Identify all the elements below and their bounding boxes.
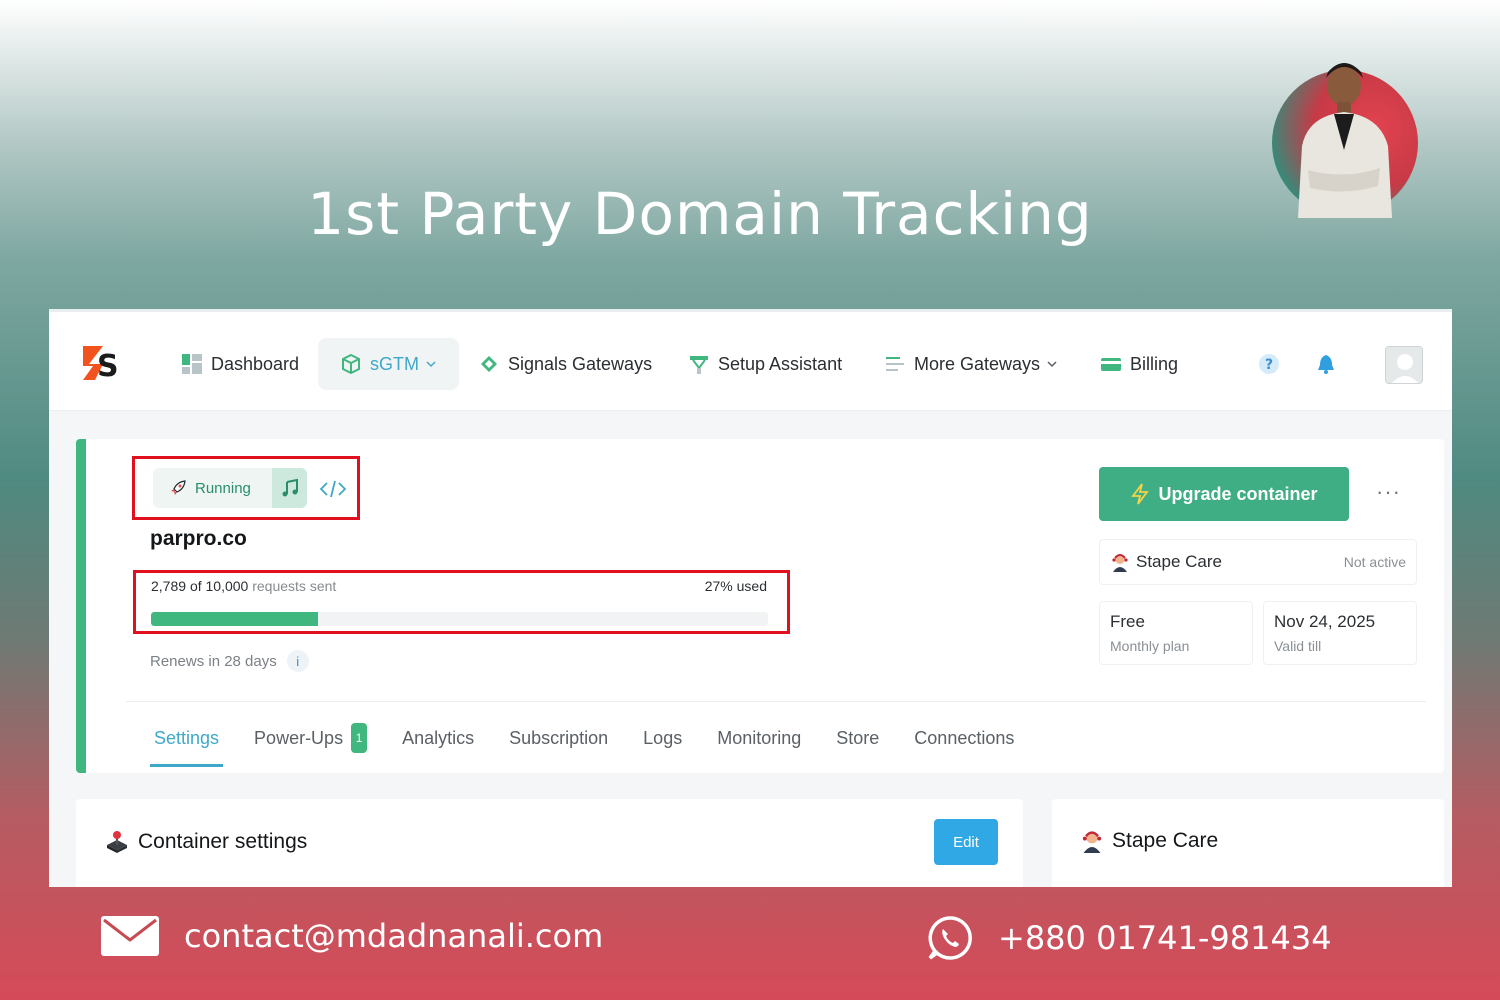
stape-care-label: Stape Care xyxy=(1136,552,1222,571)
envelope-icon xyxy=(101,916,159,956)
nav-billing[interactable]: Billing xyxy=(1100,338,1178,390)
edit-button[interactable]: Edit xyxy=(934,819,998,865)
assistant-icon xyxy=(690,356,708,374)
nav-setup-assistant-label: Setup Assistant xyxy=(718,353,843,374)
nav-more-gateways[interactable]: More Gateways xyxy=(884,338,1058,390)
upgrade-container-button[interactable]: Upgrade container xyxy=(1099,467,1349,521)
nav-sgtm-label: sGTM xyxy=(370,353,419,374)
valid-till-box: Nov 24, 2025 Valid till xyxy=(1263,601,1417,665)
requests-suffix: requests sent xyxy=(252,578,337,594)
nav-signals-gateways[interactable]: Signals Gateways xyxy=(478,338,652,390)
stape-care-status: Not active xyxy=(1343,554,1406,570)
card-divider xyxy=(126,701,1426,702)
nav-signals-gateways-label: Signals Gateways xyxy=(508,353,653,374)
music-note-icon xyxy=(282,478,298,497)
support-agent-icon xyxy=(1112,554,1128,572)
presenter-avatar xyxy=(1268,50,1418,218)
valid-till-date: Nov 24, 2025 xyxy=(1274,612,1376,631)
running-status-pill[interactable]: Running xyxy=(153,468,273,508)
container-card: Running parpro.co 2,789 of 10,000 reques… xyxy=(76,439,1444,773)
phone-contact[interactable]: +880 01741-981434 xyxy=(926,914,1332,962)
lightning-icon xyxy=(1131,483,1150,505)
renews-info: Renews in 28 days i xyxy=(150,650,309,672)
tab-analytics[interactable]: Analytics xyxy=(398,728,478,749)
status-highlight-box: Running xyxy=(132,456,360,520)
nav-dashboard-label: Dashboard xyxy=(211,353,300,374)
stape-logo-icon[interactable]: S xyxy=(81,342,121,382)
usage-percent: 27% used xyxy=(704,578,767,594)
container-tabs: Settings Power-Ups 1 Analytics Subscript… xyxy=(150,723,1045,767)
container-domain: parpro.co xyxy=(150,527,247,550)
requests-total: 10,000 xyxy=(205,578,249,594)
stape-care-row[interactable]: Stape Care Not active xyxy=(1099,539,1417,585)
top-navigation-bar: S Dashboard sGTM Signals Gateways Setup … xyxy=(49,309,1452,411)
support-agent-icon xyxy=(1082,831,1102,853)
list-icon xyxy=(886,357,904,371)
rocket-icon xyxy=(171,480,186,495)
tab-power-ups-label: Power-Ups xyxy=(254,727,344,748)
user-avatar-button[interactable] xyxy=(1385,346,1423,384)
tab-logs[interactable]: Logs xyxy=(639,728,686,749)
nav-billing-label: Billing xyxy=(1130,353,1179,374)
whatsapp-icon xyxy=(928,916,972,960)
plan-box: Free Monthly plan xyxy=(1099,601,1253,665)
email-address: contact@mdadnanali.com xyxy=(184,917,604,955)
phone-number: +880 01741-981434 xyxy=(998,919,1332,957)
diamond-icon xyxy=(481,356,497,372)
usage-highlight-box: 2,789 of 10,000 requests sent 27% used xyxy=(133,570,790,634)
cube-icon xyxy=(342,353,360,375)
requests-of: of xyxy=(189,578,202,594)
user-avatar-icon xyxy=(1391,354,1419,383)
more-options-button[interactable]: ··· xyxy=(1376,479,1401,505)
usage-progress-bar xyxy=(151,612,768,626)
running-status-label: Running xyxy=(195,479,251,497)
nav-setup-assistant[interactable]: Setup Assistant xyxy=(688,338,842,390)
requests-usage-text: 2,789 of 10,000 requests sent xyxy=(151,578,336,594)
valid-till-label: Valid till xyxy=(1274,638,1322,654)
email-contact[interactable]: contact@mdadnanali.com xyxy=(100,914,603,958)
container-settings-title: Container settings xyxy=(104,829,307,855)
tab-power-ups[interactable]: Power-Ups 1 xyxy=(250,723,371,753)
plan-name: Free xyxy=(1110,612,1145,631)
plan-description: Monthly plan xyxy=(1110,638,1190,654)
stape-care-label-group: Stape Care xyxy=(1110,552,1222,572)
card-icon xyxy=(1101,358,1121,371)
chevron-down-icon xyxy=(1047,361,1057,368)
stape-care-panel: Stape Care xyxy=(1052,799,1444,887)
joystick-icon xyxy=(107,831,127,853)
usage-progress-fill xyxy=(151,612,318,626)
bell-icon[interactable] xyxy=(1314,352,1338,376)
stape-care-panel-title: Stape Care xyxy=(1080,829,1218,853)
tab-settings[interactable]: Settings xyxy=(150,728,224,767)
renews-text: Renews in 28 days xyxy=(150,652,277,670)
tab-subscription[interactable]: Subscription xyxy=(505,728,612,749)
stape-care-panel-label: Stape Care xyxy=(1112,829,1219,852)
nav-dashboard[interactable]: Dashboard xyxy=(181,338,299,390)
nav-more-gateways-label: More Gateways xyxy=(914,353,1041,374)
tab-monitoring[interactable]: Monitoring xyxy=(713,728,805,749)
person-photo-icon xyxy=(1298,63,1392,218)
tab-store[interactable]: Store xyxy=(832,728,883,749)
dashboard-grid-icon xyxy=(182,354,202,374)
music-button[interactable] xyxy=(272,468,307,508)
chevron-down-icon xyxy=(426,361,436,368)
banner-headline: 1st Party Domain Tracking xyxy=(307,180,1093,248)
help-icon[interactable]: ? xyxy=(1257,352,1281,376)
svg-text:?: ? xyxy=(1265,357,1273,373)
tab-connections[interactable]: Connections xyxy=(910,728,1018,749)
power-ups-count-badge: 1 xyxy=(351,723,368,753)
container-settings-panel: Container settings Edit xyxy=(76,799,1023,887)
container-settings-label: Container settings xyxy=(138,830,308,853)
upgrade-container-label: Upgrade container xyxy=(1158,483,1318,504)
code-icon[interactable] xyxy=(319,478,347,500)
requests-used: 2,789 xyxy=(151,578,187,594)
info-icon[interactable]: i xyxy=(286,650,309,672)
nav-sgtm[interactable]: sGTM xyxy=(318,338,459,390)
svg-text:S: S xyxy=(97,349,119,382)
app-window: S Dashboard sGTM Signals Gateways Setup … xyxy=(49,309,1452,887)
